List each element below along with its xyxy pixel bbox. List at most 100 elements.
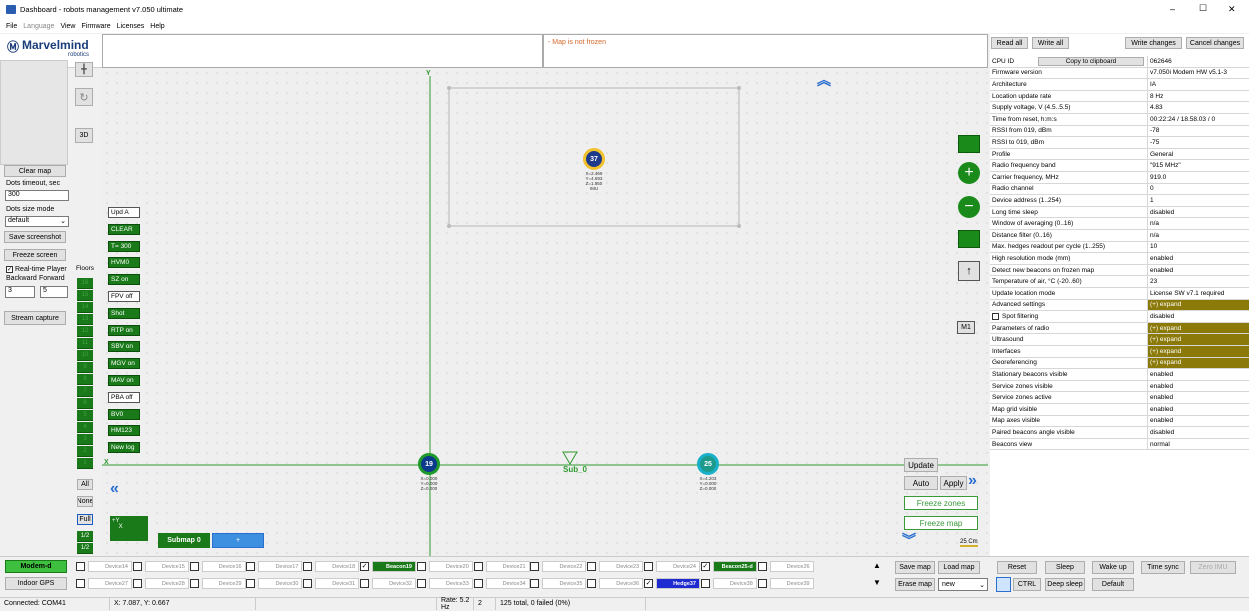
device-checkbox[interactable] (132, 579, 142, 588)
map-button-fpv-off[interactable]: FPV off (108, 291, 140, 302)
device-checkbox[interactable] (76, 579, 85, 588)
beacon-37[interactable]: 37 (583, 148, 605, 170)
property-row[interactable]: Service zones active enabled (990, 392, 1249, 404)
floor-13[interactable]: 13 (77, 314, 93, 325)
device-checkbox[interactable] (530, 562, 540, 571)
property-row[interactable]: Firmware version v7.050i Modem HW v5.1-3 (990, 67, 1249, 80)
device-device27[interactable]: Device27 (88, 578, 132, 589)
device-device35[interactable]: Device35 (542, 578, 587, 589)
scroll-left-icon[interactable]: « (110, 480, 119, 498)
device-device14[interactable]: Device14 (88, 561, 132, 572)
fullscreen-icon[interactable] (958, 230, 980, 248)
property-row[interactable]: Service zones visible enabled (990, 380, 1249, 393)
floor-8[interactable]: 8 (77, 374, 93, 385)
device-device38[interactable]: Device38 (712, 578, 757, 589)
property-row[interactable]: Radio frequency band "915 MHz" (990, 160, 1249, 172)
read-all-button[interactable]: Read all (991, 37, 1028, 49)
device-checkbox[interactable] (473, 562, 483, 571)
menu-file[interactable]: File (6, 23, 17, 30)
submap-label-button[interactable]: Submap 0 (158, 533, 210, 548)
device-checkbox[interactable] (416, 579, 426, 588)
wake-up-button[interactable]: Wake up (1092, 561, 1134, 574)
backward-input[interactable]: 3 (5, 286, 35, 298)
device-checkbox[interactable] (587, 579, 597, 588)
device-device18[interactable]: Device18 (315, 561, 360, 572)
map-button-clear[interactable]: CLEAR (108, 223, 140, 235)
floor-9[interactable]: 9 (77, 362, 93, 373)
property-value[interactable]: 1 (1148, 195, 1249, 206)
property-value[interactable]: -78 (1148, 126, 1249, 137)
axes-tool-button[interactable]: ╋ (75, 62, 93, 77)
property-value[interactable]: n/a (1148, 230, 1249, 241)
forward-input[interactable]: 5 (40, 286, 68, 298)
apply-button[interactable]: Apply (940, 476, 967, 490)
property-value[interactable]: License SW v7.1 required (1148, 288, 1249, 299)
floor-7[interactable]: 7 (77, 386, 93, 397)
device-checkbox[interactable] (76, 562, 85, 571)
property-value[interactable]: enabled (1148, 392, 1249, 403)
property-value[interactable]: v7.050i Modem HW v5.1-3 (1148, 68, 1249, 79)
property-row[interactable]: Map grid visible enabled (990, 404, 1249, 416)
property-value[interactable]: disabled (1148, 311, 1249, 322)
device-device21[interactable]: Device21 (485, 561, 530, 572)
scroll-up-icon[interactable]: ▲ (873, 561, 881, 570)
device-checkbox[interactable] (644, 562, 653, 571)
floor-5[interactable]: 5 (77, 410, 93, 421)
property-value[interactable]: (+) expand (1148, 299, 1249, 311)
floor-14[interactable]: 14 (77, 302, 93, 313)
map-button-mgv-on[interactable]: MGV on (108, 358, 140, 370)
floor-10[interactable]: 10 (77, 350, 93, 361)
device-hedge37[interactable]: Hedge37 (656, 578, 700, 589)
device-device26[interactable]: Device26 (769, 561, 814, 572)
device-checkbox[interactable] (246, 579, 256, 588)
property-row[interactable]: Distance filter (0..16) n/a (990, 230, 1249, 242)
property-row[interactable]: Map axes visible enabled (990, 415, 1249, 428)
device-checkbox[interactable] (360, 579, 369, 588)
property-row[interactable]: Carrier frequency, MHz 919.0 (990, 172, 1249, 184)
property-row[interactable]: RSSI from 019, dBm -78 (990, 125, 1249, 138)
zoom-in-icon[interactable]: + (958, 162, 980, 184)
clear-map-button[interactable]: Clear map (4, 165, 66, 177)
device-device24[interactable]: Device24 (656, 561, 700, 572)
beacon-25[interactable]: 25 (697, 453, 719, 475)
map-canvas[interactable]: Y X Sub_0 ︽ ︾ « +Y X Submap 0 + M1 25 Cm… (102, 68, 988, 556)
property-value[interactable]: enabled (1148, 404, 1249, 415)
property-value[interactable]: enabled (1148, 265, 1249, 276)
device-device39[interactable]: Device39 (769, 578, 814, 589)
menu-firmware[interactable]: Firmware (81, 23, 110, 30)
property-value[interactable]: (+) expand (1148, 357, 1249, 369)
realtime-player-checkbox[interactable]: ✓ (6, 266, 13, 273)
save-screenshot-button[interactable]: Save screenshot (4, 231, 66, 243)
device-device29[interactable]: Device29 (201, 578, 246, 589)
auto-button[interactable]: Auto (904, 476, 938, 490)
map-button-bv0[interactable]: BV0 (108, 408, 140, 420)
device-device33[interactable]: Device33 (428, 578, 473, 589)
map-button-hvm0[interactable]: HVM0 (108, 257, 140, 269)
property-value[interactable]: 23 (1148, 276, 1249, 287)
floor-3[interactable]: 3 (77, 434, 93, 445)
property-row[interactable]: Update location mode License SW v7.1 requ… (990, 288, 1249, 300)
dots-size-select[interactable]: default ⌄ (5, 216, 69, 227)
property-value[interactable]: 4.83 (1148, 102, 1249, 113)
property-value[interactable]: 0 (1148, 184, 1249, 195)
map-button-rtp-on[interactable]: RTP on (108, 324, 140, 336)
device-checkbox[interactable] (303, 562, 313, 571)
device-device30[interactable]: Device30 (258, 578, 303, 589)
freeze-zones-button[interactable]: Freeze zones (904, 496, 978, 510)
device-beacon19[interactable]: Beacon19 (372, 561, 416, 572)
device-checkbox[interactable] (700, 579, 710, 588)
copy-clipboard-button[interactable]: Copy to clipboard (1038, 57, 1144, 66)
device-checkbox[interactable] (132, 562, 142, 571)
property-value[interactable]: disabled (1148, 427, 1249, 438)
menu-view[interactable]: View (60, 23, 75, 30)
property-row[interactable]: Window of averaging (0..16) n/a (990, 218, 1249, 230)
load-map-button[interactable]: Load map (938, 561, 980, 574)
map-button-sbv-on[interactable]: SBV on (108, 341, 140, 353)
rotate-tool-button[interactable]: ↻ (75, 88, 93, 106)
save-map-button[interactable]: Save map (895, 561, 935, 574)
floor-half-2[interactable]: 1/2 (77, 543, 93, 554)
zero-imu-button[interactable]: Zero IMU (1190, 561, 1236, 574)
device-checkbox[interactable] (189, 562, 199, 571)
device-checkbox[interactable] (530, 579, 540, 588)
device-checkbox[interactable] (246, 562, 256, 571)
